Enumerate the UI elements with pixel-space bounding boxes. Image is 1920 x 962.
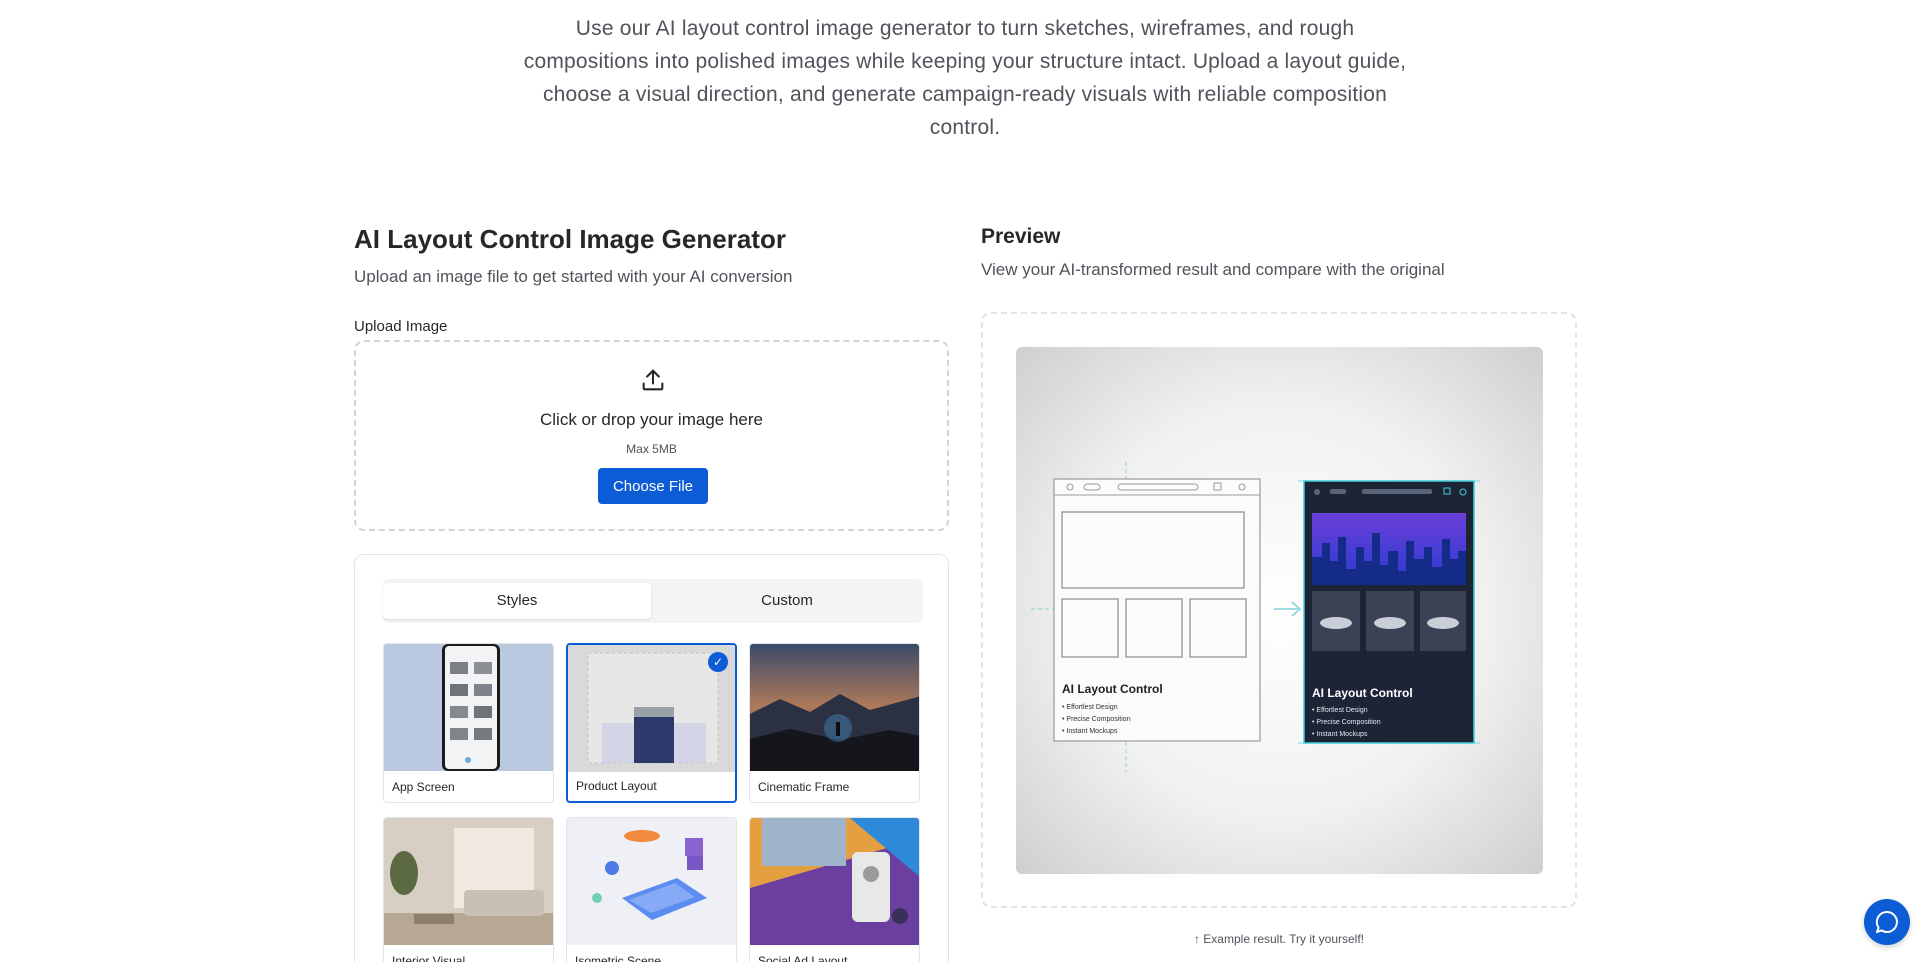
styles-card: Styles Custom App Screen ✓ Product Layou… [354,554,949,962]
rendered-bullet: • Precise Composition [1312,719,1381,726]
image-dropzone[interactable]: Click or drop your image here Max 5MB Ch… [354,340,949,531]
style-label: Product Layout [576,779,657,793]
style-label: Social Ad Layout [758,954,848,962]
app-screen-thumbnail [384,644,553,771]
generator-subtitle: Upload an image file to get started with… [354,267,793,286]
cinematic-frame-thumbnail [750,644,919,771]
upload-image-label: Upload Image [354,318,448,335]
style-label: App Screen [392,780,455,794]
sketch-wireframe-card: AI Layout Control • Effortlest Design • … [1053,478,1261,742]
intro-paragraph: Use our AI layout control image generato… [523,17,1407,139]
sketch-bullet: • Precise Composition [1062,716,1131,723]
sketch-card-title: AI Layout Control [1062,682,1163,696]
style-tile-interior-visual[interactable]: Interior Visual [383,817,554,962]
preview-subtitle: View your AI-transformed result and comp… [981,260,1445,279]
rendered-design-card: AI Layout Control • Effortlest Design • … [1298,480,1480,744]
sketch-bullet: • Effortlest Design [1062,704,1118,711]
sketch-bullet: • Instant Mockups [1062,728,1118,735]
style-label: Interior Visual [392,954,466,962]
isometric-scene-thumbnail [567,818,736,945]
style-label: Cinematic Frame [758,780,850,794]
chat-support-button[interactable] [1864,899,1910,945]
upload-icon [642,369,664,391]
social-ad-layout-thumbnail [750,818,919,945]
style-label: Isometric Scene [575,954,662,962]
preview-panel: Preview View your AI-transformed result … [981,222,1577,946]
selected-check-icon: ✓ [708,652,728,672]
rendered-bullet: • Instant Mockups [1312,731,1368,738]
preview-title: Preview [981,225,1061,248]
style-tile-social-ad-layout[interactable]: Social Ad Layout [749,817,920,962]
dropzone-text: Click or drop your image here [540,410,763,429]
example-comparison-illustration: AI Layout Control • Effortlest Design • … [1031,462,1480,772]
style-tile-isometric-scene[interactable]: Isometric Scene [566,817,737,962]
style-tile-cinematic-frame[interactable]: Cinematic Frame [749,643,920,803]
chat-bubble-icon [1875,910,1898,933]
generator-title: AI Layout Control Image Generator [354,224,786,254]
example-result-image: AI Layout Control • Effortlest Design • … [1016,347,1543,874]
max-size-note: Max 5MB [626,442,677,456]
interior-visual-thumbnail [384,818,553,945]
style-tile-app-screen[interactable]: App Screen [383,643,554,803]
style-tile-product-layout[interactable]: ✓ Product Layout [566,643,737,803]
example-result-note: ↑ Example result. Try it yourself! [1193,932,1365,946]
tab-custom[interactable]: Custom [653,583,921,619]
tab-styles[interactable]: Styles [383,583,651,619]
rendered-bullet: • Effortlest Design [1312,707,1368,714]
preview-frame: AI Layout Control • Effortlest Design • … [981,312,1577,908]
rendered-card-title: AI Layout Control [1312,686,1413,700]
generator-panel: AI Layout Control Image Generator Upload… [354,222,950,962]
style-tabs: Styles Custom [383,579,923,623]
choose-file-button[interactable]: Choose File [598,468,708,504]
